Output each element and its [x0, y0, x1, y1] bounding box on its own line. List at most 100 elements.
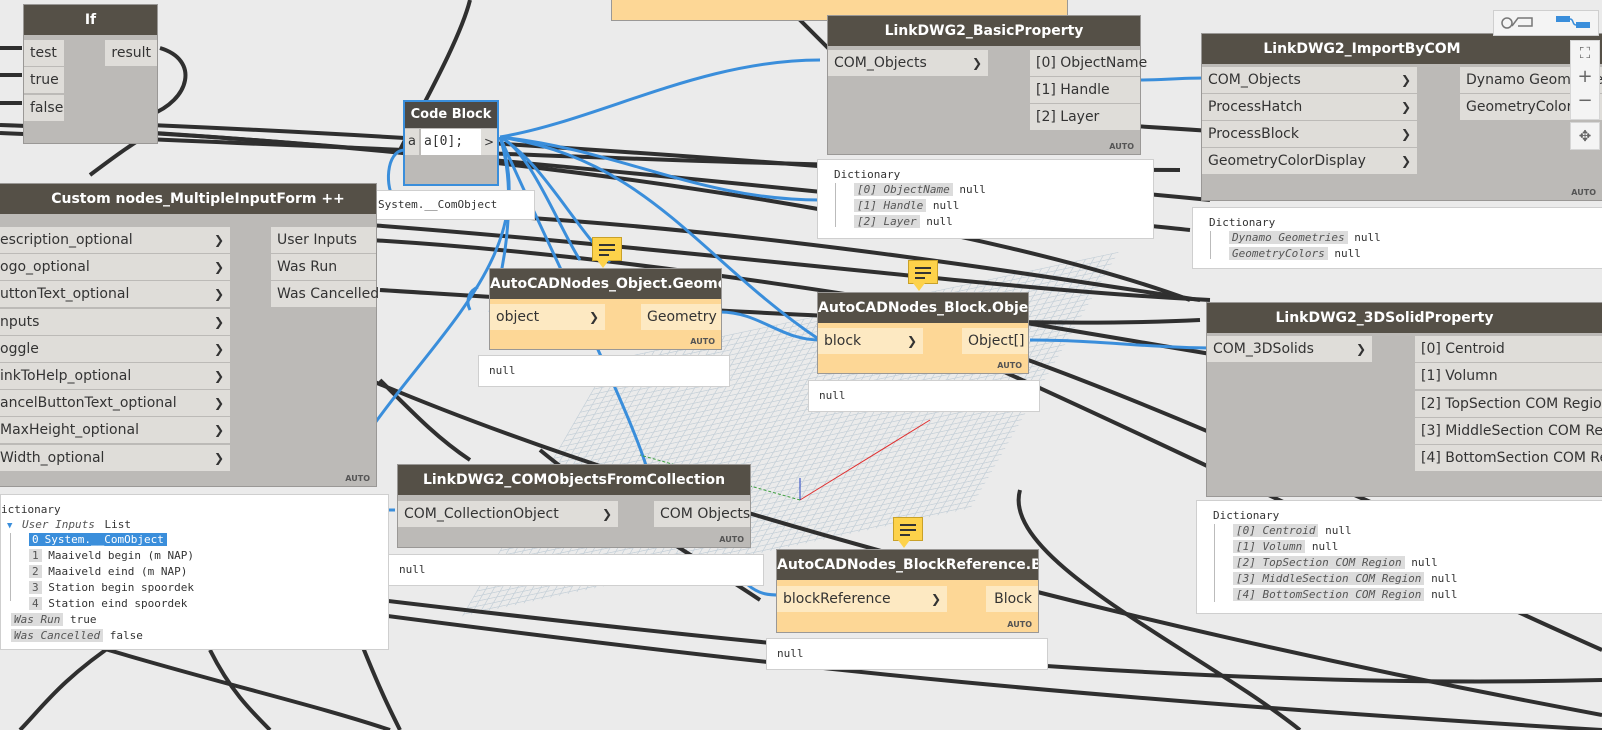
- output-port-was-cancelled[interactable]: Was Cancelled: [271, 281, 379, 307]
- output-port[interactable]: [1] Volumn: [1415, 363, 1602, 389]
- node-block-objects[interactable]: AutoCADNodes_Block.Objects block❯ Object…: [818, 293, 1028, 373]
- output-port-objects[interactable]: Object[]: [962, 328, 1028, 354]
- input-port-false[interactable]: false: [24, 95, 64, 121]
- graph-view-icon[interactable]: [1554, 14, 1592, 30]
- output-port-user-inputs[interactable]: User Inputs: [271, 227, 376, 253]
- view-toggle-group[interactable]: [1493, 10, 1599, 36]
- input-port-process-hatch[interactable]: ProcessHatch ❯: [1202, 94, 1417, 120]
- zoom-in-button[interactable]: +: [1571, 65, 1599, 89]
- note-icon[interactable]: [592, 237, 622, 268]
- preview-value: null: [777, 647, 804, 660]
- output-port[interactable]: [0] Centroid: [1415, 336, 1602, 362]
- chevron-right-icon: ❯: [588, 310, 599, 324]
- node-object-geometry[interactable]: AutoCADNodes_Object.Geometry object❯ Geo…: [490, 269, 721, 349]
- input-port-com-3dsolids[interactable]: COM_3DSolids ❯: [1207, 336, 1372, 362]
- output-port[interactable]: [2] TopSection COM Region: [1415, 391, 1602, 417]
- input-port-true[interactable]: true: [24, 67, 64, 93]
- preview-list-item[interactable]: 0 System.__ComObject: [29, 533, 167, 546]
- node-linkdwg2-import-by-com[interactable]: LinkDWG2_ImportByCOM COM_Objects ❯ Proces…: [1202, 34, 1602, 200]
- chevron-right-icon: ❯: [906, 334, 917, 348]
- preview-list-item[interactable]: 4 Station eind spoordek: [29, 597, 187, 610]
- input-port-geometry-color-display[interactable]: GeometryColorDisplay ❯: [1202, 148, 1417, 174]
- input-port-process-block[interactable]: ProcessBlock ❯: [1202, 121, 1417, 147]
- chevron-right-icon: ❯: [213, 369, 224, 383]
- preview-list-header: ▼ User Inputs List: [7, 518, 132, 531]
- preview-item: [4] BottomSection COM Region null: [1233, 588, 1458, 601]
- input-port[interactable]: Width_optional ❯: [0, 444, 230, 471]
- preview-item: GeometryColors null: [1229, 247, 1361, 260]
- node-blockreference-block[interactable]: AutoCADNodes_BlockReference.Block blockR…: [777, 550, 1038, 632]
- input-port[interactable]: MaxHeight_optional ❯: [0, 417, 230, 444]
- node-custom-multiple-input-form[interactable]: Custom nodes_MultipleInputForm ++ escrip…: [0, 184, 379, 486]
- output-port-result[interactable]: result: [105, 40, 157, 66]
- code-output-port[interactable]: >: [481, 129, 497, 155]
- note-icon[interactable]: [908, 260, 938, 291]
- output-port[interactable]: [2] Layer: [1030, 104, 1140, 130]
- chevron-right-icon: ❯: [971, 56, 982, 70]
- node-title: Custom nodes_MultipleInputForm ++: [0, 184, 376, 214]
- node-title: LinkDWG2_COMObjectsFromCollection: [398, 465, 750, 495]
- output-port[interactable]: [3] MiddleSection COM Region: [1415, 418, 1602, 444]
- input-port-test[interactable]: test: [24, 40, 64, 66]
- input-port-block-reference[interactable]: blockReference ❯: [777, 586, 947, 612]
- input-port[interactable]: nputs ❯: [0, 308, 230, 335]
- output-port-geometry[interactable]: Geometry: [641, 304, 721, 330]
- output-port[interactable]: [4] BottomSection COM Region: [1415, 445, 1602, 471]
- input-port-com-objects[interactable]: COM_Objects ❯: [828, 50, 988, 76]
- blockreference-block-preview: null: [766, 638, 1048, 670]
- wire: [379, 613, 1602, 730]
- auto-badge: AUTO: [719, 535, 744, 544]
- output-port-com-objects[interactable]: COM Objects: [654, 501, 750, 527]
- output-port[interactable]: [1] Handle: [1030, 77, 1140, 103]
- auto-badge: AUTO: [997, 361, 1022, 370]
- fit-view-icon[interactable]: ⛶: [1571, 41, 1599, 65]
- output-port-block[interactable]: Block: [986, 586, 1038, 612]
- chevron-right-icon: ❯: [930, 592, 941, 606]
- node-code-block[interactable]: Code Block a a[0]; >: [405, 102, 497, 184]
- preview-item: [0] ObjectName null: [854, 183, 986, 196]
- node-title: AutoCADNodes_BlockReference.Block: [777, 550, 1038, 580]
- input-port-block[interactable]: block ❯: [818, 328, 923, 354]
- preview-value: null: [819, 389, 846, 402]
- wire: [208, 649, 272, 730]
- input-port-label: ancelButtonText_optional: [0, 395, 177, 412]
- preview-item: [2] Layer null: [854, 215, 953, 228]
- pan-button[interactable]: ✥: [1570, 122, 1600, 150]
- preview-list-item[interactable]: 3 Station begin spoordek: [29, 581, 194, 594]
- output-port[interactable]: [0] ObjectName: [1030, 50, 1147, 76]
- note-icon[interactable]: [893, 517, 923, 548]
- input-port[interactable]: escription_optional ❯: [0, 227, 230, 253]
- input-port[interactable]: uttonText_optional ❯: [0, 281, 230, 308]
- node-title: LinkDWG2_BasicProperty: [828, 16, 1140, 46]
- preview-value: null: [489, 364, 516, 377]
- custom-form-preview: ictionary ▼ User Inputs List 0 System.__C…: [0, 494, 389, 650]
- node-com-objects-from-collection[interactable]: LinkDWG2_COMObjectsFromCollection COM_Co…: [398, 465, 750, 547]
- preview-was-run: Was Run true: [11, 613, 96, 626]
- input-port-com-collection-object[interactable]: COM_CollectionObject ❯: [398, 501, 618, 527]
- wire: [499, 58, 821, 139]
- node-if[interactable]: If test true false result: [24, 5, 157, 143]
- node-linkdwg2-basic-property[interactable]: LinkDWG2_BasicProperty COM_Objects ❯ [0] …: [828, 16, 1147, 154]
- chevron-right-icon: ❯: [1355, 342, 1366, 356]
- input-port-label: MaxHeight_optional: [0, 422, 139, 439]
- input-port[interactable]: inkToHelp_optional ❯: [0, 363, 230, 389]
- basic-property-preview: Dictionary [0] ObjectName null [1] Handl…: [817, 159, 1154, 239]
- input-port-com-objects[interactable]: COM_Objects ❯: [1202, 67, 1417, 93]
- preview-list-item[interactable]: 1 Maaiveld begin (m NAP): [29, 549, 194, 562]
- input-port-object[interactable]: object ❯: [490, 304, 605, 330]
- auto-badge: AUTO: [1007, 620, 1032, 629]
- input-port[interactable]: ogo_optional ❯: [0, 254, 230, 281]
- output-port-was-run[interactable]: Was Run: [271, 254, 376, 280]
- input-port[interactable]: ancelButtonText_optional ❯: [0, 390, 230, 417]
- chevron-right-icon: ❯: [213, 341, 224, 356]
- zoom-out-button[interactable]: −: [1571, 89, 1599, 113]
- preview-list-item[interactable]: 2 Maaiveld eind (m NAP): [29, 565, 187, 578]
- code-editor[interactable]: a[0];: [421, 129, 482, 155]
- node-title: If: [24, 5, 157, 35]
- preview-item: [1] Volumn null: [1233, 540, 1338, 553]
- auto-badge: AUTO: [1109, 142, 1134, 151]
- node-linkdwg2-3dsolid-property[interactable]: LinkDWG2_3DSolidProperty COM_3DSolids ❯ […: [1207, 303, 1602, 496]
- chevron-right-icon: ❯: [213, 396, 224, 411]
- geometry-view-icon[interactable]: [1500, 14, 1534, 30]
- input-port[interactable]: oggle ❯: [0, 335, 230, 362]
